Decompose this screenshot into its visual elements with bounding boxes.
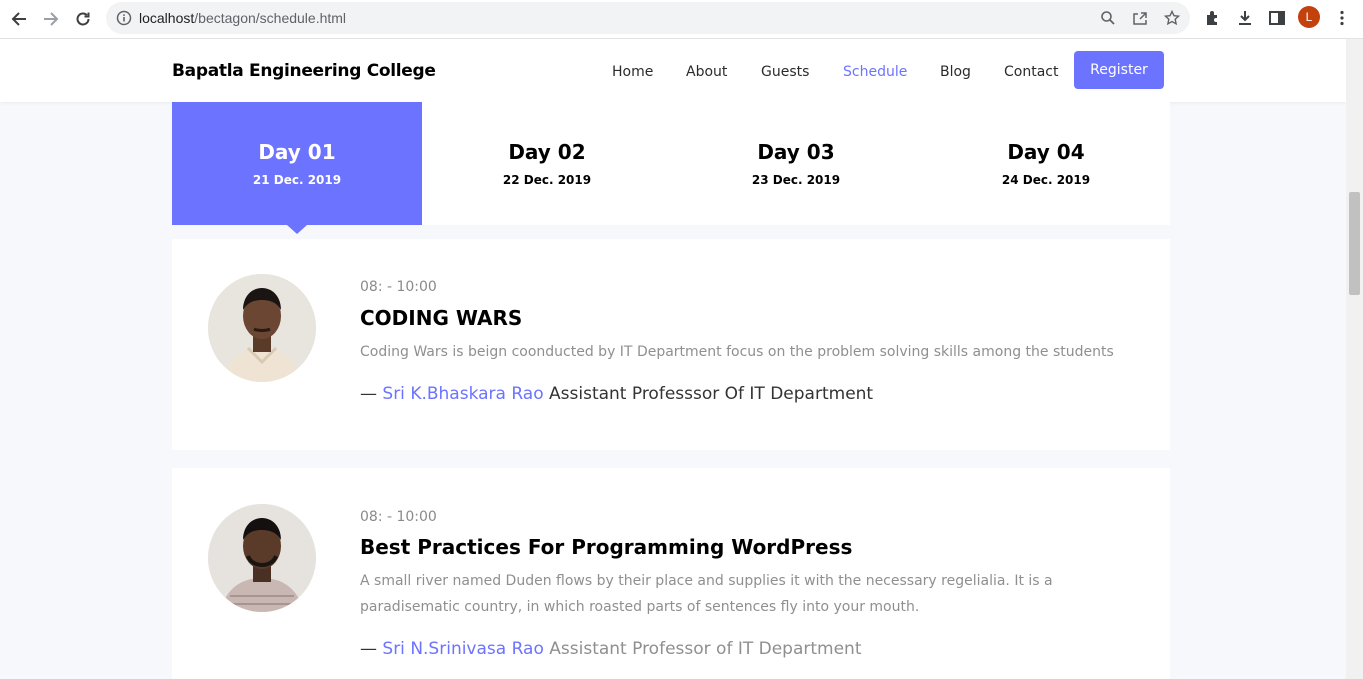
dash: — <box>360 639 377 659</box>
dash: — <box>360 384 377 404</box>
session-time: 08: - 10:00 <box>360 279 437 295</box>
profile-avatar[interactable]: L <box>1298 6 1320 28</box>
site-header: Bapatla Engineering College Home About G… <box>0 39 1346 102</box>
session-time: 08: - 10:00 <box>360 509 437 525</box>
site-info-icon[interactable] <box>116 10 132 31</box>
tab-date: 21 Dec. 2019 <box>252 173 342 187</box>
tab-date: 24 Dec. 2019 <box>1001 173 1091 187</box>
nav-home[interactable]: Home <box>612 64 653 80</box>
speaker-role: Assistant Professsor Of IT Department <box>549 384 874 404</box>
address-bar[interactable]: localhost/bectagon/schedule.html <box>106 2 1190 34</box>
session-description: A small river named Duden flows by their… <box>360 573 1053 615</box>
url-text: localhost/bectagon/schedule.html <box>139 10 347 26</box>
speaker-name-link[interactable]: Sri N.Srinivasa Rao <box>382 639 543 659</box>
schedule-card: 08: - 10:00 CODING WARS Coding Wars is b… <box>172 239 1170 450</box>
site-brand[interactable]: Bapatla Engineering College <box>172 61 436 81</box>
speaker-photo <box>208 504 316 612</box>
tab-date: 23 Dec. 2019 <box>751 173 841 187</box>
active-tab-indicator <box>287 225 307 234</box>
extensions-icon[interactable] <box>1201 6 1225 30</box>
day-tabs: Day 01 21 Dec. 2019 Day 02 22 Dec. 2019 … <box>172 102 1171 234</box>
tab-title: Day 04 <box>1007 140 1085 164</box>
share-icon[interactable] <box>1130 8 1150 28</box>
bookmark-star-icon[interactable] <box>1162 8 1182 28</box>
tab-title: Day 02 <box>508 140 586 164</box>
speaker-photo <box>208 274 316 382</box>
session-speaker: — Sri N.Srinivasa Rao Assistant Professo… <box>360 639 862 659</box>
schedule-card: 08: - 10:00 Best Practices For Programmi… <box>172 468 1170 679</box>
nav-about[interactable]: About <box>686 64 727 80</box>
back-icon[interactable] <box>6 6 32 32</box>
reload-icon[interactable] <box>70 6 96 32</box>
side-panel-icon[interactable] <box>1265 6 1289 30</box>
more-menu-icon[interactable] <box>1330 6 1354 30</box>
session-title: Best Practices For Programming WordPress <box>360 535 853 559</box>
browser-toolbar: localhost/bectagon/schedule.html L <box>0 0 1363 39</box>
zoom-icon[interactable] <box>1098 8 1118 28</box>
tab-title: Day 03 <box>757 140 835 164</box>
nav-blog[interactable]: Blog <box>940 64 971 80</box>
page-scrollbar[interactable] <box>1346 39 1363 679</box>
tab-day-01[interactable]: Day 01 21 Dec. 2019 <box>172 102 422 234</box>
tab-day-03[interactable]: Day 03 23 Dec. 2019 <box>671 102 921 225</box>
session-speaker: — Sri K.Bhaskara Rao Assistant Professso… <box>360 384 873 404</box>
scrollbar-thumb[interactable] <box>1349 192 1360 295</box>
nav-contact[interactable]: Contact <box>1004 64 1058 80</box>
nav-guests[interactable]: Guests <box>761 64 809 80</box>
session-title: CODING WARS <box>360 306 523 330</box>
tab-date: 22 Dec. 2019 <box>502 173 592 187</box>
tab-title: Day 01 <box>258 140 336 164</box>
speaker-name-link[interactable]: Sri K.Bhaskara Rao <box>382 384 543 404</box>
register-button[interactable]: Register <box>1074 51 1164 89</box>
tab-day-02[interactable]: Day 02 22 Dec. 2019 <box>422 102 672 225</box>
download-icon[interactable] <box>1233 6 1257 30</box>
nav-schedule[interactable]: Schedule <box>843 64 907 80</box>
tab-day-04[interactable]: Day 04 24 Dec. 2019 <box>921 102 1171 225</box>
session-description: Coding Wars is beign coonducted by IT De… <box>360 344 1114 360</box>
forward-icon[interactable] <box>38 6 64 32</box>
speaker-role: Assistant Professor of IT Department <box>549 639 862 659</box>
